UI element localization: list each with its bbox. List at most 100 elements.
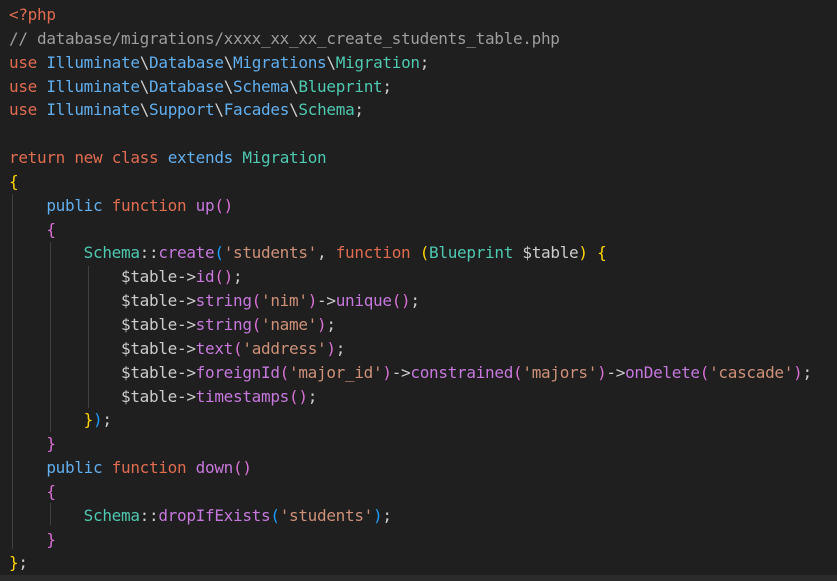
code-token: ; bbox=[354, 100, 364, 120]
code-token: () bbox=[214, 267, 234, 287]
code-token: 'major_id' bbox=[289, 362, 383, 382]
code-token: timestamps bbox=[195, 386, 290, 406]
code-line[interactable]: { bbox=[9, 480, 812, 504]
code-token: } bbox=[9, 410, 94, 430]
code-token: create bbox=[158, 243, 215, 263]
code-editor[interactable]: <?php // database/migrations/xxxx_xx_xx_c… bbox=[0, 0, 837, 581]
code-line[interactable]: { bbox=[9, 170, 812, 194]
code-token: use bbox=[9, 52, 47, 72]
code-token: ; bbox=[233, 267, 243, 287]
code-line[interactable]: use Illuminate\Database\Schema\Blueprint… bbox=[9, 75, 812, 99]
code-token: { bbox=[9, 481, 56, 501]
code-token: ; bbox=[18, 553, 28, 573]
code-token: Blueprint bbox=[429, 243, 523, 263]
code-token: Migration bbox=[242, 148, 327, 168]
code-token: ( bbox=[251, 314, 262, 334]
code-token: ; bbox=[382, 76, 392, 96]
code-token: ) bbox=[597, 362, 607, 382]
code-token: } bbox=[9, 529, 56, 549]
code-token: 'name' bbox=[261, 314, 318, 334]
code-token: ( bbox=[233, 338, 243, 358]
code-line[interactable]: }); bbox=[9, 408, 812, 432]
code-token: :: bbox=[139, 505, 159, 525]
code-token: ; bbox=[419, 52, 430, 72]
code-token: $table bbox=[522, 243, 579, 263]
code-line[interactable]: use Illuminate\Database\Migrations\Migra… bbox=[9, 51, 812, 75]
code-line[interactable]: $table->string('nim')->unique(); bbox=[9, 289, 812, 313]
code-token: -> bbox=[177, 314, 196, 334]
code-line[interactable]: <?php bbox=[9, 3, 812, 27]
code-token: ( bbox=[419, 243, 430, 263]
code-content[interactable]: <?php // database/migrations/xxxx_xx_xx_c… bbox=[9, 3, 812, 575]
code-token: ( bbox=[251, 291, 262, 311]
code-token: Database bbox=[149, 76, 224, 96]
code-token: ( bbox=[513, 362, 523, 382]
code-token: ) bbox=[93, 410, 103, 430]
code-token: down bbox=[195, 458, 234, 478]
code-token: up bbox=[195, 195, 215, 215]
code-line[interactable]: $table->text('address'); bbox=[9, 337, 812, 361]
code-token: -> bbox=[177, 338, 196, 358]
code-token: { bbox=[9, 219, 56, 239]
code-token: \ bbox=[289, 76, 299, 96]
code-token: :: bbox=[139, 243, 159, 263]
code-token: -> bbox=[177, 386, 196, 406]
horizontal-scrollbar[interactable] bbox=[0, 575, 837, 581]
code-token: public bbox=[9, 195, 112, 215]
code-token: Illuminate bbox=[46, 76, 140, 96]
code-line[interactable]: { bbox=[9, 218, 812, 242]
code-token: new bbox=[74, 148, 112, 168]
code-token: ( bbox=[270, 505, 280, 525]
code-token: ; bbox=[802, 362, 812, 382]
code-token: $table bbox=[9, 362, 177, 382]
code-token: return bbox=[9, 148, 75, 168]
code-line[interactable]: $table->foreignId('major_id')->constrain… bbox=[9, 361, 812, 385]
code-line[interactable]: // database/migrations/xxxx_xx_xx_create… bbox=[9, 27, 812, 51]
code-line[interactable]: } bbox=[9, 528, 812, 552]
code-line[interactable]: return new class extends Migration bbox=[9, 146, 812, 170]
code-token: string bbox=[195, 314, 252, 334]
code-line[interactable]: }; bbox=[9, 551, 812, 575]
code-line[interactable]: Schema::create('students', function (Blu… bbox=[9, 241, 812, 265]
code-token: ; bbox=[102, 410, 112, 430]
code-line[interactable]: $table->id(); bbox=[9, 265, 812, 289]
code-token: $table bbox=[9, 267, 177, 287]
code-line[interactable]: $table->timestamps(); bbox=[9, 385, 812, 409]
code-token: -> bbox=[606, 362, 626, 382]
code-line[interactable]: use Illuminate\Support\Facades\Schema; bbox=[9, 98, 812, 122]
code-token: Schema bbox=[298, 100, 355, 120]
code-line[interactable]: public function up() bbox=[9, 194, 812, 218]
code-token: string bbox=[195, 291, 252, 311]
code-line[interactable] bbox=[9, 122, 812, 146]
code-token: -> bbox=[317, 291, 336, 311]
code-token: dropIfExists bbox=[158, 505, 271, 525]
code-token: \ bbox=[289, 100, 299, 120]
code-token: ; bbox=[335, 338, 346, 358]
code-token: foreignId bbox=[195, 362, 280, 382]
code-token: function bbox=[335, 243, 420, 263]
code-token: } bbox=[9, 553, 19, 573]
code-token: -> bbox=[177, 291, 196, 311]
code-line[interactable]: public function down() bbox=[9, 456, 812, 480]
code-token: ) bbox=[317, 314, 327, 334]
code-token: $table bbox=[9, 314, 177, 334]
code-token: Schema bbox=[9, 505, 140, 525]
code-token: // database/migrations/xxxx_xx_xx_create… bbox=[9, 28, 560, 48]
code-token: ) bbox=[578, 243, 598, 263]
code-token: ; bbox=[326, 314, 336, 334]
code-token: $table bbox=[9, 338, 177, 358]
code-token: \ bbox=[139, 100, 150, 120]
code-token: Illuminate bbox=[46, 100, 140, 120]
code-token: } bbox=[9, 434, 56, 454]
code-line[interactable]: Schema::dropIfExists('students'); bbox=[9, 504, 812, 528]
code-token: -> bbox=[391, 362, 411, 382]
code-token: Facades bbox=[223, 100, 290, 120]
code-line[interactable]: $table->string('name'); bbox=[9, 313, 812, 337]
code-token: ) bbox=[382, 362, 392, 382]
code-token: id bbox=[195, 267, 215, 287]
code-token: , bbox=[317, 243, 336, 263]
code-token: Schema bbox=[9, 243, 140, 263]
code-line[interactable]: } bbox=[9, 432, 812, 456]
code-token: onDelete bbox=[625, 362, 700, 382]
code-token: function bbox=[111, 195, 196, 215]
